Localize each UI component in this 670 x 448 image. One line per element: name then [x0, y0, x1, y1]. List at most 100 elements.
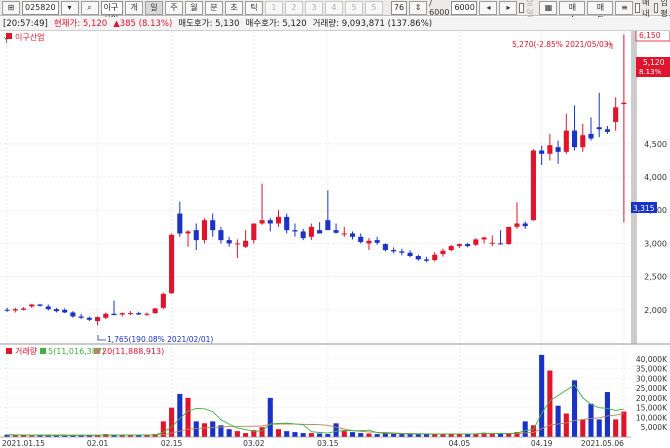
volume-bar — [349, 432, 356, 437]
candle-body — [514, 223, 520, 227]
minute-step-6[interactable]: 5 — [364, 0, 383, 15]
price-tick-label: 2,000 — [644, 306, 667, 315]
volume-bar — [325, 434, 331, 437]
trade-history-checkbox[interactable] — [635, 2, 641, 13]
ma5-legend-icon — [40, 348, 46, 354]
ask-price: 매도호가: 5,130 — [178, 19, 240, 29]
candle-body — [267, 220, 273, 224]
settings-icon[interactable]: ≡ — [615, 0, 634, 15]
period-month[interactable]: 월 — [184, 0, 203, 15]
price-tag-current-pct: 8.13% — [639, 68, 662, 76]
volume-bar — [308, 433, 314, 437]
candle-body — [53, 309, 60, 312]
candle-body — [489, 242, 495, 244]
candle-body — [4, 309, 10, 311]
candle-body — [555, 147, 561, 152]
minute-step-1[interactable]: 1 — [264, 0, 283, 15]
period-day[interactable]: 일 — [144, 0, 163, 15]
volume-bar — [292, 432, 298, 437]
stock-chart[interactable]: 2,0002,5003,0003,5004,0004,5002021.01.15… — [0, 31, 670, 448]
candle-body — [374, 240, 380, 243]
low-annotation: 1,765(190.08% 2021/02/01) — [107, 335, 213, 344]
volume-bar — [399, 434, 405, 437]
price-tag-bottom-text: 3,315 — [633, 204, 655, 213]
candle-body — [530, 150, 536, 221]
volume-total: 거래량: 9,093,871 (137.86%) — [312, 19, 433, 29]
count-spin-icon[interactable]: ⇕ — [409, 0, 428, 15]
candle-count-input[interactable]: 76 — [390, 0, 408, 15]
period-week[interactable]: 주 — [164, 0, 183, 15]
volume-bar — [621, 411, 627, 437]
current-day-checkbox[interactable] — [519, 2, 525, 13]
grid-icon[interactable]: ▦ — [539, 0, 558, 15]
price-panel-title: 이구산업 — [15, 32, 44, 42]
code-dropdown-icon[interactable]: ▾ — [60, 0, 79, 15]
minute-step-5[interactable]: 5 — [344, 0, 363, 15]
candle-body — [341, 233, 347, 235]
candle-body — [596, 127, 602, 130]
minute-step-3[interactable]: 3 — [304, 0, 323, 15]
candle-body — [136, 313, 142, 315]
volume-bar — [185, 397, 191, 437]
candle-body — [259, 220, 265, 224]
volume-bar — [391, 433, 397, 437]
volume-bar — [300, 433, 306, 437]
period-minute[interactable]: 분 — [204, 0, 223, 15]
candle-body — [588, 133, 594, 139]
volume-bar — [596, 419, 602, 437]
candle-body — [506, 226, 512, 245]
current-price: 현재가: 5,120 — [53, 19, 108, 29]
candle-body — [497, 243, 504, 245]
volume-tick-label: 10,000K — [636, 413, 668, 422]
period-tick[interactable]: 틱 — [244, 0, 263, 15]
buy-button[interactable]: 매수 — [559, 0, 586, 24]
candle-body — [308, 226, 314, 237]
volume-bar — [506, 433, 512, 437]
candle-body — [391, 250, 397, 252]
grid-lines — [0, 31, 631, 437]
candle-body — [185, 231, 191, 234]
volume-bar — [555, 405, 561, 437]
search-icon[interactable]: ⌕ — [80, 0, 99, 15]
scroll-left-icon[interactable]: ◂ — [479, 0, 498, 15]
volume-bar — [284, 431, 290, 437]
candle-body — [325, 220, 331, 231]
price-change: ▲385 (8.13%) — [113, 19, 173, 29]
stock-search-icon[interactable]: ⊞ — [2, 0, 20, 15]
volume-bar — [456, 434, 462, 437]
minute-step-2[interactable]: 2 — [284, 0, 303, 15]
view-count-input[interactable]: 6000 — [451, 0, 478, 15]
volume-tick-label: 30,000K — [636, 374, 668, 383]
candle-body — [621, 102, 627, 105]
volume-tick-label: 35,000K — [636, 365, 668, 374]
volume-bar — [563, 413, 569, 437]
candle-body — [399, 251, 405, 253]
volume-bar — [210, 421, 216, 437]
candle-body — [78, 316, 84, 318]
volume-bar — [489, 434, 495, 437]
candle-body — [275, 216, 282, 224]
candle-body — [234, 243, 240, 245]
sell-button[interactable]: 매도 — [587, 0, 614, 24]
view-total: / 6000 — [429, 0, 450, 17]
candle-body — [481, 237, 487, 240]
stock-code-input[interactable]: 025820 — [22, 0, 59, 15]
candle-body — [127, 313, 134, 315]
time-tick-label: 02.15 — [161, 439, 183, 448]
scroll-right-icon[interactable]: ▸ — [499, 0, 518, 15]
minute-step-4[interactable]: 4 — [324, 0, 343, 15]
candle-body — [465, 244, 471, 247]
period-second[interactable]: 초 — [224, 0, 243, 15]
time-tick-label: 02.01 — [87, 439, 109, 448]
candle-body — [160, 293, 166, 308]
volume-bar — [243, 433, 249, 437]
price-tick-label: 4,500 — [644, 140, 667, 149]
period-item[interactable]: 개 — [124, 0, 143, 15]
balance-checkbox[interactable] — [653, 2, 659, 13]
price-tag-current-text: 5,120 — [643, 58, 665, 67]
candle-body — [440, 250, 446, 255]
price-tag-top-text: 6,150 — [639, 31, 661, 40]
candle-body — [251, 223, 257, 241]
candle-body — [432, 254, 438, 261]
volume-tick-label: 15,000K — [636, 404, 668, 413]
